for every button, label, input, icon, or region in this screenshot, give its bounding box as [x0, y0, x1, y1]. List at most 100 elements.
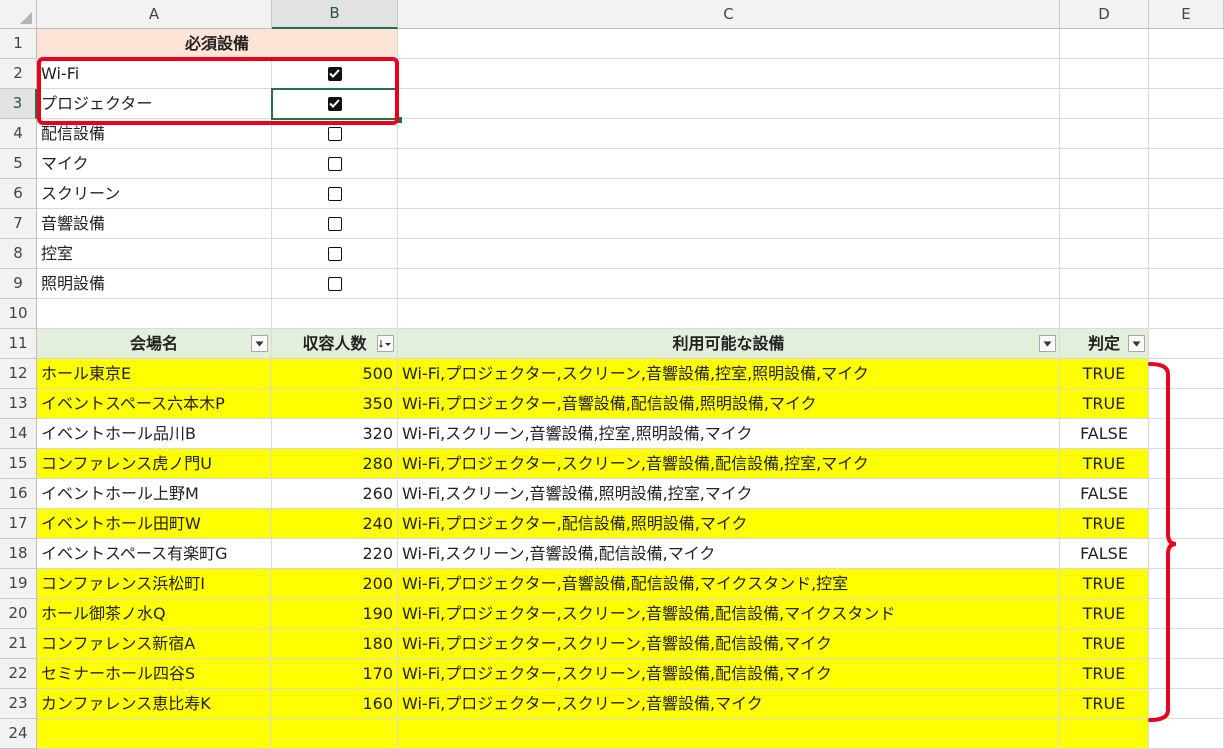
venue-name-cell[interactable]: ホール御茶ノ水Q: [37, 599, 272, 629]
row-header-20[interactable]: 20: [0, 599, 37, 629]
row-header-22[interactable]: 22: [0, 659, 37, 689]
row-header-7[interactable]: 7: [0, 209, 37, 239]
column-header-b[interactable]: B: [272, 0, 398, 29]
facilities-cell[interactable]: Wi-Fi,プロジェクター,スクリーン,音響設備,配信設備,マイク: [398, 659, 1060, 689]
checkbox-empty-icon[interactable]: [327, 216, 342, 231]
venue-name-cell[interactable]: イベントスペース有楽町G: [37, 539, 272, 569]
grid-cell[interactable]: [1149, 269, 1224, 299]
grid-cell[interactable]: [1060, 119, 1149, 149]
grid-cell[interactable]: [1060, 29, 1149, 59]
row-header-13[interactable]: 13: [0, 389, 37, 419]
grid-cell[interactable]: [1149, 239, 1224, 269]
capacity-cell[interactable]: 500: [272, 359, 398, 389]
capacity-cell[interactable]: 170: [272, 659, 398, 689]
facilities-cell[interactable]: Wi-Fi,プロジェクター,スクリーン,音響設備,配信設備,マイクスタンド: [398, 599, 1060, 629]
column-header-c[interactable]: C: [398, 0, 1060, 29]
capacity-cell[interactable]: 240: [272, 509, 398, 539]
facilities-cell[interactable]: Wi-Fi,スクリーン,音響設備,照明設備,控室,マイク: [398, 479, 1060, 509]
venue-name-cell[interactable]: セミナーホール四谷S: [37, 659, 272, 689]
row-header-4[interactable]: 4: [0, 119, 37, 149]
equipment-name[interactable]: 照明設備: [37, 269, 272, 299]
verdict-cell[interactable]: TRUE: [1060, 599, 1149, 629]
equipment-name[interactable]: スクリーン: [37, 179, 272, 209]
equipment-checkbox-cell[interactable]: [272, 269, 398, 299]
checkbox-checked-icon[interactable]: [327, 66, 342, 81]
verdict-cell[interactable]: TRUE: [1060, 569, 1149, 599]
row-header-16[interactable]: 16: [0, 479, 37, 509]
row-header-5[interactable]: 5: [0, 149, 37, 179]
row-header-8[interactable]: 8: [0, 239, 37, 269]
venue-name-cell[interactable]: コンファレンス浜松町I: [37, 569, 272, 599]
verdict-cell[interactable]: FALSE: [1060, 419, 1149, 449]
row-header-15[interactable]: 15: [0, 449, 37, 479]
verdict-cell[interactable]: TRUE: [1060, 629, 1149, 659]
capacity-cell[interactable]: 180: [272, 629, 398, 659]
equipment-name[interactable]: 音響設備: [37, 209, 272, 239]
partial-row-cell[interactable]: [1060, 719, 1149, 749]
row-header-2[interactable]: 2: [0, 59, 37, 89]
grid-cell[interactable]: [398, 209, 1060, 239]
facilities-cell[interactable]: Wi-Fi,スクリーン,音響設備,控室,照明設備,マイク: [398, 419, 1060, 449]
venue-name-cell[interactable]: イベントスペース六本木P: [37, 389, 272, 419]
capacity-cell[interactable]: 160: [272, 689, 398, 719]
grid-cell[interactable]: [1149, 179, 1224, 209]
equipment-checkbox-cell[interactable]: [272, 209, 398, 239]
grid-cell[interactable]: [1060, 179, 1149, 209]
equipment-checkbox-cell[interactable]: [272, 239, 398, 269]
fill-handle[interactable]: [395, 116, 403, 124]
grid-cell[interactable]: [398, 89, 1060, 119]
equipment-name[interactable]: 控室: [37, 239, 272, 269]
facilities-cell[interactable]: Wi-Fi,プロジェクター,スクリーン,音響設備,マイク: [398, 689, 1060, 719]
row-header-18[interactable]: 18: [0, 539, 37, 569]
filter-sort-desc-icon[interactable]: [377, 335, 394, 352]
facilities-cell[interactable]: Wi-Fi,スクリーン,音響設備,配信設備,マイク: [398, 539, 1060, 569]
equipment-name[interactable]: Wi-Fi: [37, 59, 272, 89]
equipment-name[interactable]: プロジェクター: [37, 89, 272, 119]
row-header-12[interactable]: 12: [0, 359, 37, 389]
equipment-checkbox-cell[interactable]: [272, 119, 398, 149]
grid-cell[interactable]: [1060, 149, 1149, 179]
select-all-corner[interactable]: [0, 0, 37, 29]
venue-name-cell[interactable]: イベントホール上野M: [37, 479, 272, 509]
row-header-23[interactable]: 23: [0, 689, 37, 719]
verdict-cell[interactable]: TRUE: [1060, 389, 1149, 419]
partial-row-cell[interactable]: [398, 719, 1060, 749]
row-header-17[interactable]: 17: [0, 509, 37, 539]
equipment-name[interactable]: マイク: [37, 149, 272, 179]
spreadsheet-grid[interactable]: A B C D E 1 2 3 4 5 6 7 8 9 10 11 12 13 14 15 16 17 18 19 20 21 22…: [0, 0, 1224, 749]
grid-cell[interactable]: [398, 59, 1060, 89]
verdict-cell[interactable]: TRUE: [1060, 509, 1149, 539]
row-header-19[interactable]: 19: [0, 569, 37, 599]
venue-name-cell[interactable]: コンファレンス新宿A: [37, 629, 272, 659]
capacity-cell[interactable]: 200: [272, 569, 398, 599]
row-header-11[interactable]: 11: [0, 329, 37, 359]
table-header-venue[interactable]: 会場名: [37, 329, 272, 359]
checkbox-empty-icon[interactable]: [327, 156, 342, 171]
checkbox-empty-icon[interactable]: [327, 126, 342, 141]
equipment-checkbox-cell[interactable]: [272, 59, 398, 89]
equipment-checkbox-cell[interactable]: [272, 179, 398, 209]
checkbox-checked-icon[interactable]: [327, 96, 342, 111]
venue-name-cell[interactable]: カンファレンス恵比寿K: [37, 689, 272, 719]
grid-cell[interactable]: [398, 269, 1060, 299]
grid-cell[interactable]: [398, 239, 1060, 269]
filter-dropdown-icon[interactable]: [1039, 335, 1056, 352]
filter-dropdown-icon[interactable]: [1128, 335, 1145, 352]
grid-cell[interactable]: [1060, 269, 1149, 299]
grid-cell[interactable]: [1149, 299, 1224, 329]
verdict-cell[interactable]: FALSE: [1060, 479, 1149, 509]
partial-row-cell[interactable]: [272, 719, 398, 749]
verdict-cell[interactable]: TRUE: [1060, 449, 1149, 479]
row-header-3[interactable]: 3: [0, 89, 37, 119]
grid-cell[interactable]: [398, 29, 1060, 59]
grid-cell[interactable]: [37, 299, 272, 329]
capacity-cell[interactable]: 190: [272, 599, 398, 629]
grid-cell[interactable]: [398, 149, 1060, 179]
capacity-cell[interactable]: 350: [272, 389, 398, 419]
grid-cell[interactable]: [1149, 209, 1224, 239]
column-header-a[interactable]: A: [37, 0, 272, 29]
grid-cell[interactable]: [1149, 149, 1224, 179]
grid-cell[interactable]: [1149, 59, 1224, 89]
grid-cell[interactable]: [1149, 119, 1224, 149]
facilities-cell[interactable]: Wi-Fi,プロジェクター,音響設備,配信設備,マイクスタンド,控室: [398, 569, 1060, 599]
